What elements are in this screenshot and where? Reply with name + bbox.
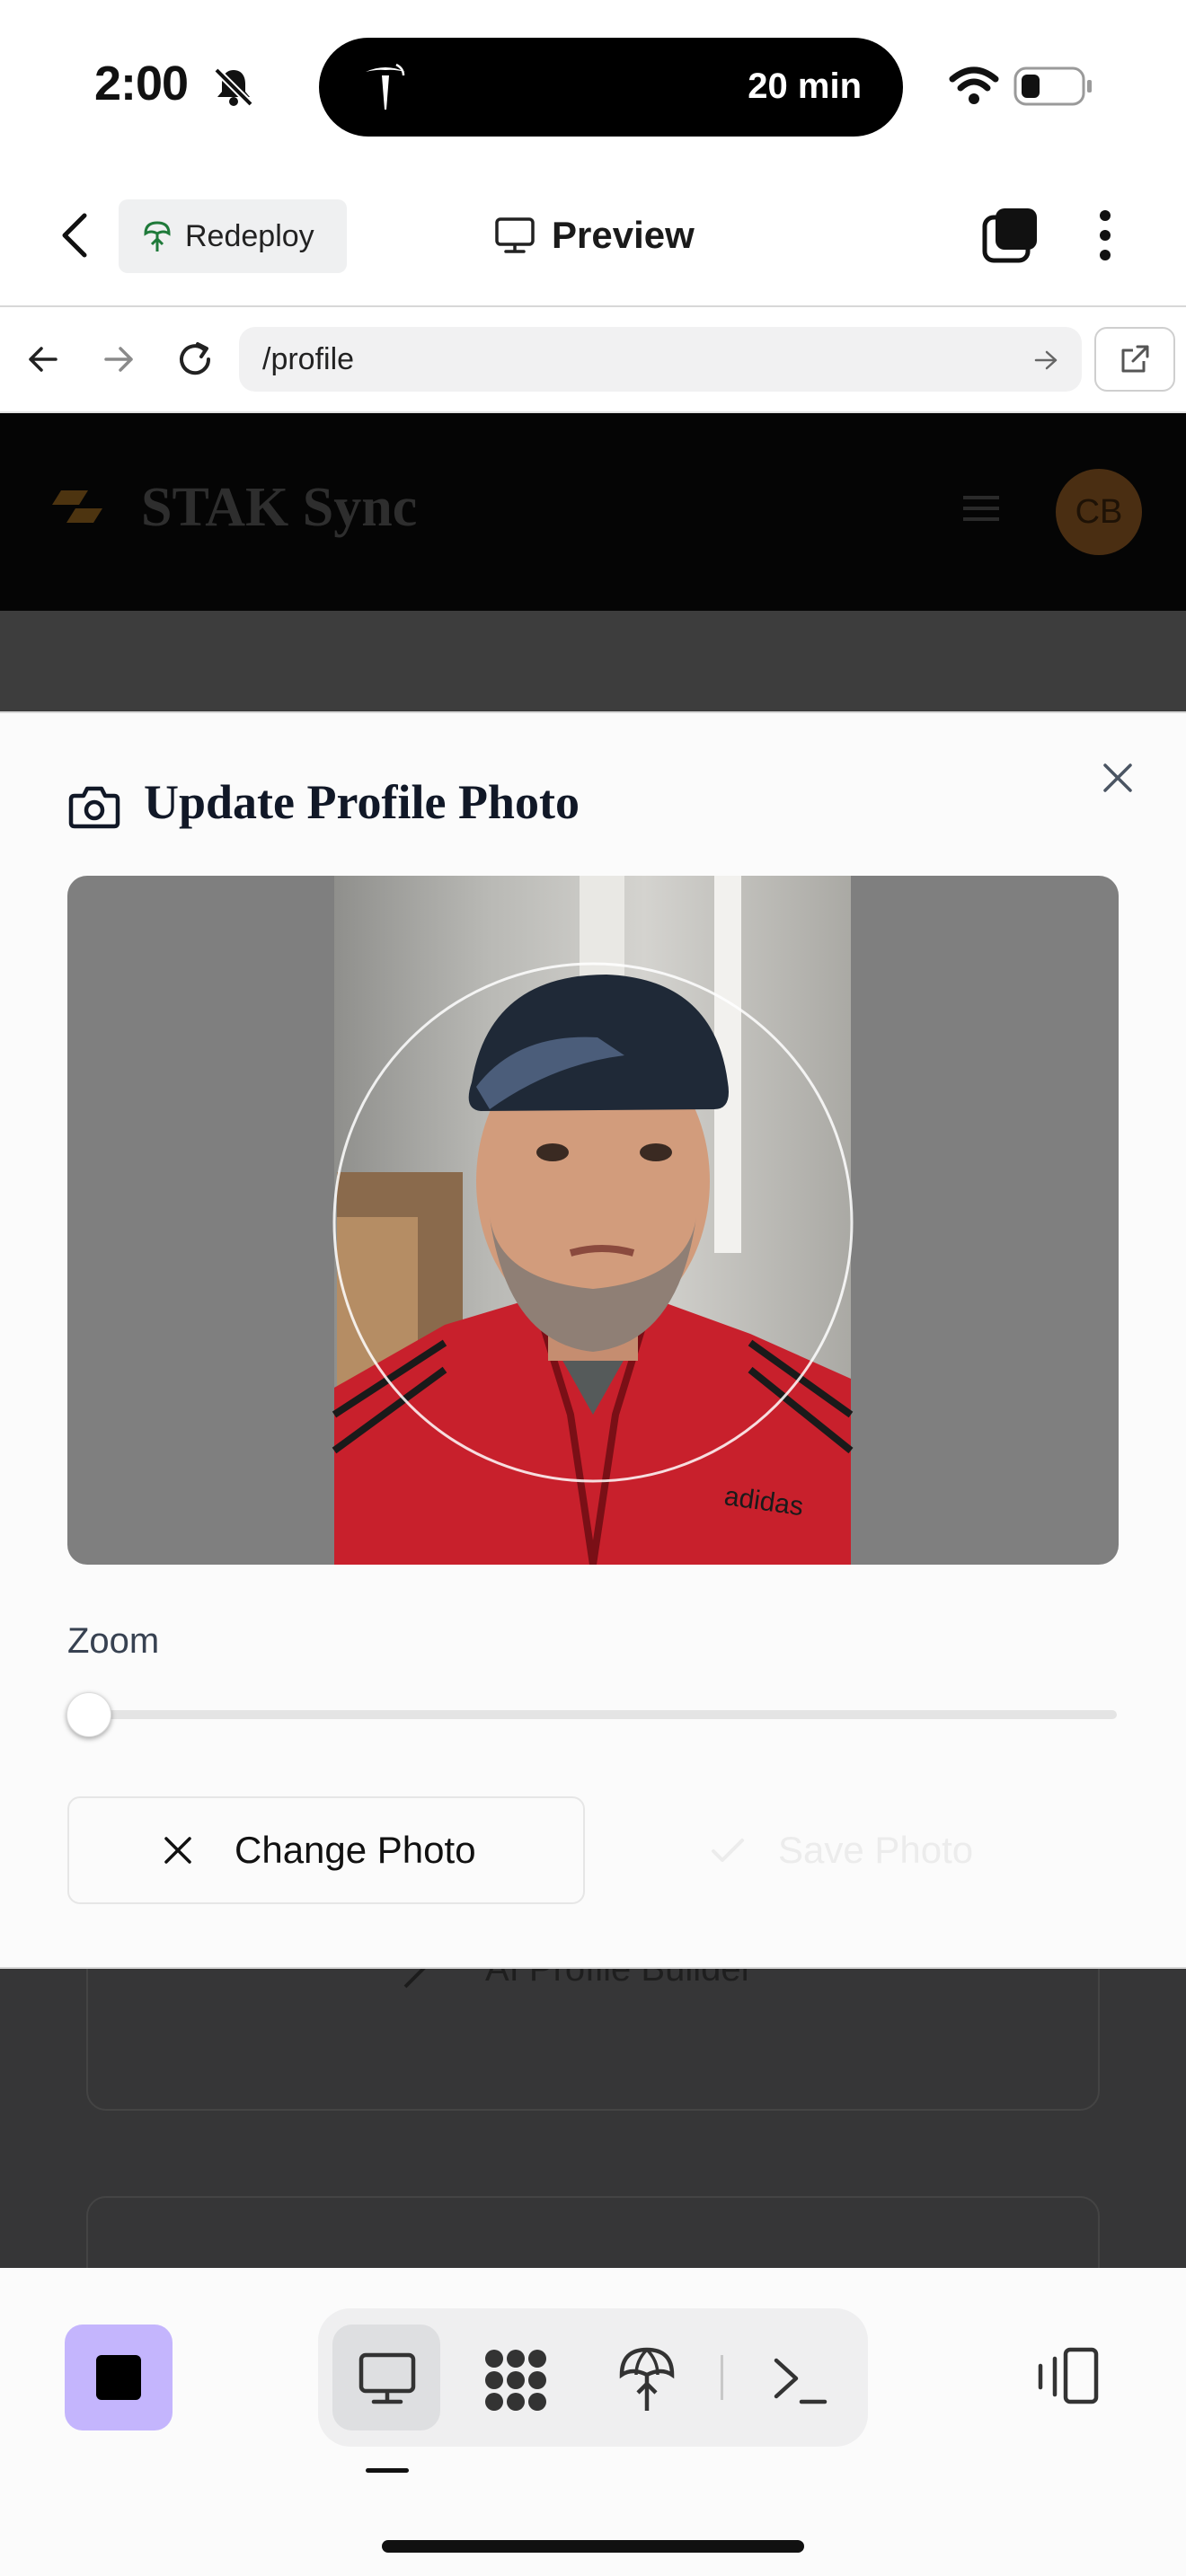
silent-bell-icon	[211, 66, 256, 108]
monitor-icon	[494, 216, 535, 254]
zoom-label: Zoom	[67, 1621, 160, 1661]
redeploy-button[interactable]: Redeploy	[119, 199, 347, 273]
wifi-icon	[949, 66, 999, 106]
arrow-right-icon[interactable]	[101, 341, 137, 377]
stop-button[interactable]	[65, 2325, 173, 2430]
camera-icon	[67, 783, 121, 830]
preview-label: Preview	[552, 214, 695, 256]
url-path: /profile	[262, 341, 355, 376]
tesla-logo-icon	[358, 59, 412, 113]
save-photo-button[interactable]: Save Photo	[710, 1796, 1096, 1904]
more-icon[interactable]	[1094, 208, 1116, 262]
zoom-slider-thumb[interactable]	[66, 1692, 111, 1737]
app-logo-icon	[49, 485, 106, 528]
photo-crop-area[interactable]: adidas	[67, 876, 1119, 1565]
tab-desktop[interactable]	[332, 2325, 440, 2430]
apps-icon[interactable]	[482, 2346, 550, 2414]
toolbar-separator	[721, 2355, 723, 2400]
stop-icon	[94, 2353, 143, 2402]
x-icon	[163, 1835, 193, 1866]
back-chevron-icon[interactable]	[58, 212, 93, 259]
desktop-icon	[358, 2351, 417, 2405]
open-external-button[interactable]	[1094, 327, 1175, 392]
active-tab-indicator	[366, 2468, 409, 2473]
avatar[interactable]: CB	[1056, 469, 1142, 555]
dynamic-island: 20 min	[319, 38, 903, 137]
home-indicator[interactable]	[382, 2540, 804, 2553]
battery-icon	[1013, 66, 1094, 106]
terminal-icon[interactable]	[771, 2353, 828, 2407]
device-switch-icon[interactable]	[1033, 2344, 1102, 2409]
modal-title: Update Profile Photo	[144, 775, 580, 829]
preview-title[interactable]: Preview	[494, 208, 695, 262]
zoom-slider-track[interactable]	[88, 1710, 1117, 1719]
hamburger-menu-icon[interactable]	[961, 492, 1001, 525]
check-icon	[710, 1835, 746, 1866]
go-arrow-icon[interactable]	[1033, 348, 1058, 372]
save-photo-label: Save Photo	[778, 1829, 974, 1871]
deploy-icon[interactable]	[618, 2346, 676, 2414]
change-photo-button[interactable]: Change Photo	[67, 1796, 585, 1904]
redeploy-icon	[142, 219, 173, 253]
app-title: STAK Sync	[141, 477, 418, 538]
external-link-icon	[1119, 343, 1151, 375]
island-timer: 20 min	[748, 66, 862, 106]
redeploy-label: Redeploy	[185, 218, 314, 253]
tabs-icon[interactable]	[981, 207, 1039, 264]
close-icon[interactable]	[1100, 760, 1136, 796]
header-divider	[0, 305, 1186, 307]
arrow-left-icon[interactable]	[25, 341, 61, 377]
url-input[interactable]: /profile	[239, 327, 1082, 392]
status-time: 2:00	[94, 57, 189, 110]
profile-photo: adidas	[332, 876, 854, 1565]
change-photo-label: Change Photo	[235, 1829, 476, 1871]
reload-icon[interactable]	[174, 339, 216, 380]
